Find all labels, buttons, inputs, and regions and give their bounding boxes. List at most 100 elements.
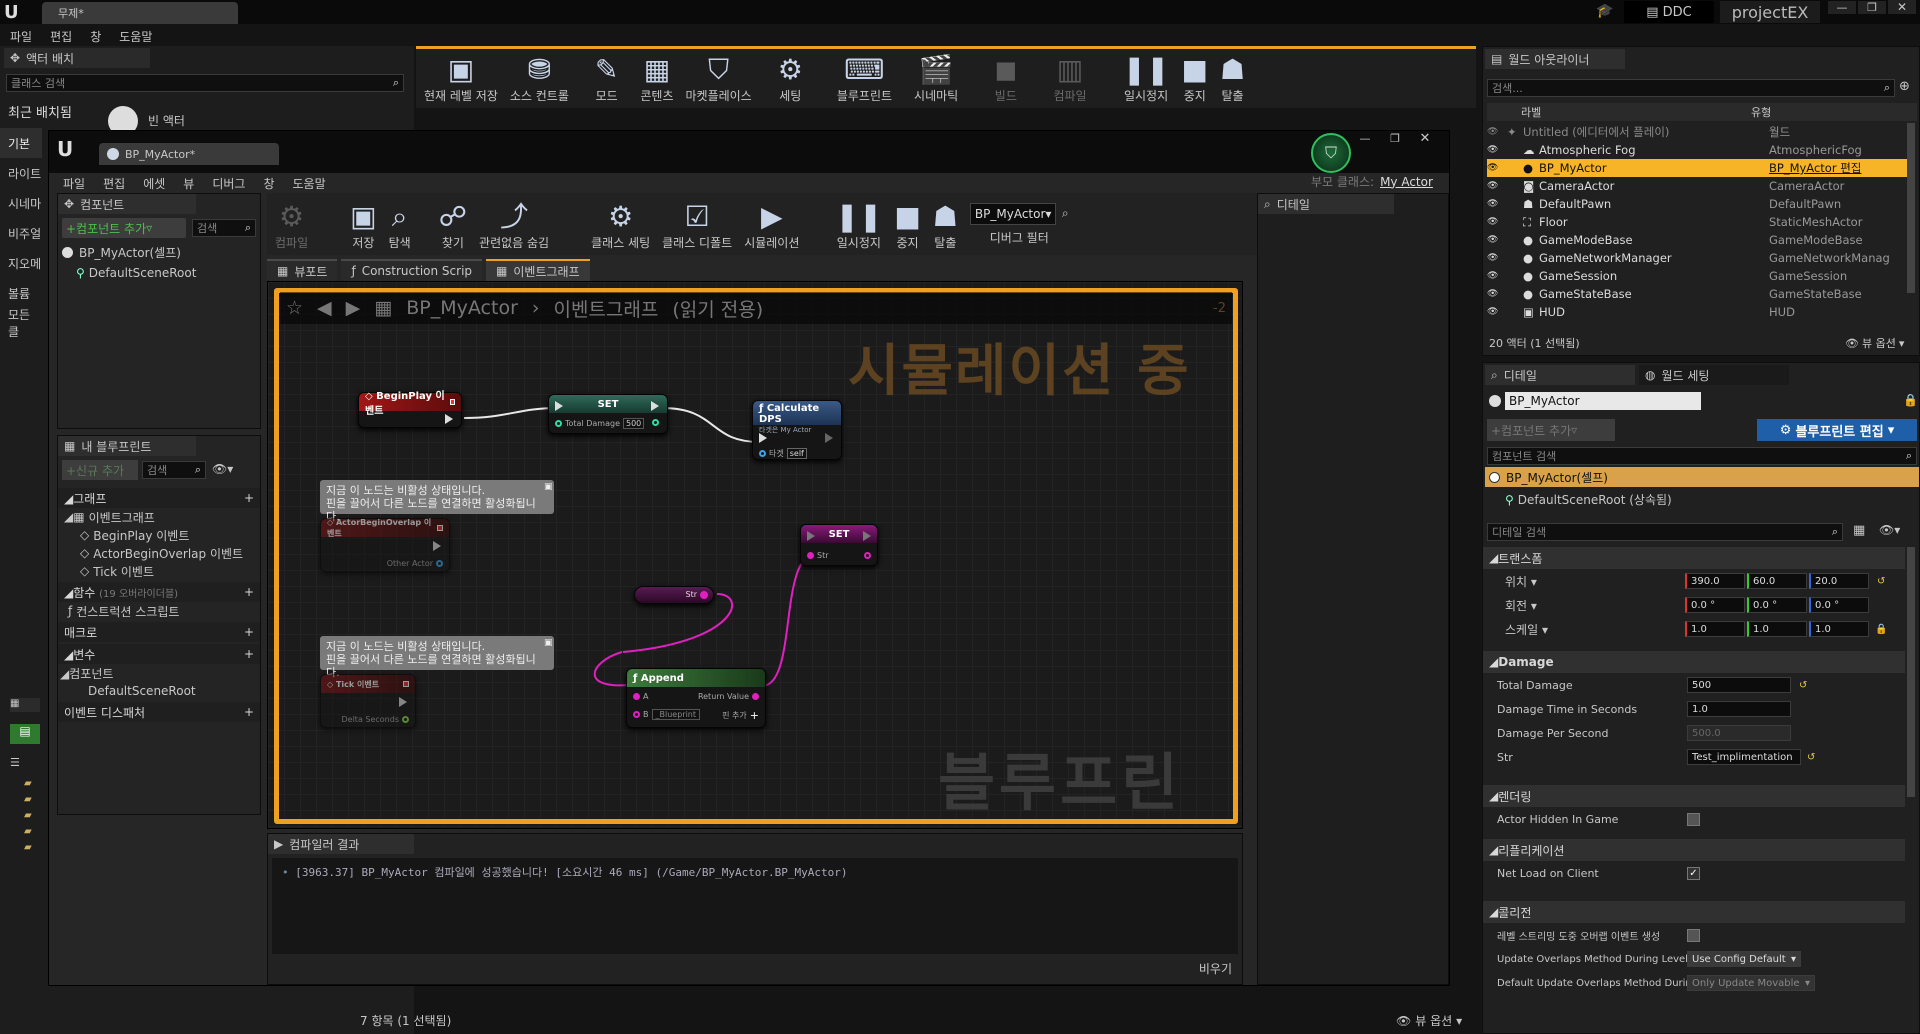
location-y-field[interactable]: 60.0 [1747, 573, 1807, 589]
target-input[interactable]: 타겟 self [759, 448, 807, 459]
collision-section[interactable]: ◢ 콜리전 [1483, 901, 1905, 923]
content-browser-tab-icon[interactable]: ▦ [10, 698, 40, 712]
string-pin[interactable] [633, 693, 640, 700]
actor-hidden-checkbox[interactable] [1687, 812, 1700, 826]
main-menu-window[interactable]: 창 [90, 28, 101, 45]
outliner-search-input[interactable]: 검색... ⌕ [1487, 79, 1895, 97]
visibility-eye-icon[interactable]: 👁 [1487, 199, 1505, 209]
category-visual[interactable]: 비주얼 [0, 218, 42, 248]
bp-find-button[interactable]: ☍ 찾기 [435, 193, 471, 255]
functions-section[interactable]: ◢함수 (19 오버라이더블) + [58, 582, 260, 602]
main-level-tab[interactable]: 무제* [42, 2, 238, 24]
bp-browse-button[interactable]: ⌕ 탐색 [385, 193, 415, 255]
add-variable-icon[interactable]: + [244, 647, 254, 661]
variables-section[interactable]: ◢변수 + [58, 644, 260, 664]
content-button[interactable]: ▦ 콘텐츠 [636, 49, 677, 108]
bp-hide-unrelated-button[interactable]: ⤴ 관련없음 숨김 [475, 193, 553, 255]
replication-section[interactable]: ◢ 리플리케이션 [1483, 839, 1905, 861]
string-output-pin[interactable] [752, 693, 759, 700]
details-default-scene-root[interactable]: ⚲ DefaultSceneRoot (상속됨) [1505, 491, 1672, 508]
folder-tree-icon[interactable]: ☰ [10, 756, 20, 769]
reset-to-default-icon[interactable]: ↺ [1799, 680, 1807, 691]
bp-menu-view[interactable]: 뷰 [183, 175, 194, 192]
class-search-input[interactable]: 클래스 검색 ⌕ [6, 74, 404, 92]
rendering-section[interactable]: ◢ 렌더링 [1483, 785, 1905, 807]
location-label[interactable]: 위치 ▾ [1505, 573, 1685, 590]
recent-placed-category[interactable]: 최근 배치됨 [8, 102, 72, 121]
output-delegate-pin[interactable] [449, 399, 455, 405]
bp-menu-file[interactable]: 파일 [63, 175, 85, 192]
visibility-eye-icon[interactable]: 👁 [1487, 145, 1505, 155]
bp-menu-help[interactable]: 도움말 [293, 175, 326, 192]
string-output-pin[interactable] [700, 590, 708, 599]
details-add-component-button[interactable]: +컴포넌트 추가 ▿ [1487, 419, 1615, 441]
exec-output-pin[interactable] [399, 697, 407, 707]
tab-viewport[interactable]: ▦ 뷰포트 [267, 259, 338, 281]
add-pin-button[interactable]: 핀 추가 + [722, 709, 759, 722]
outliner-row[interactable]: 👁 ● GameStateBase GameStateBase [1487, 285, 1913, 303]
add-graph-icon[interactable]: + [244, 491, 254, 505]
tab-event-graph[interactable]: ▦ 이벤트그래프 [486, 259, 590, 281]
visibility-eye-icon[interactable]: 👁 [1487, 307, 1505, 317]
add-component-button[interactable]: +컴포넌트 추가 ▿ [62, 218, 186, 238]
scale-x-field[interactable]: 1.0 [1685, 621, 1745, 637]
add-filter-icon[interactable]: ⊕ [1899, 79, 1910, 94]
compiler-results-tab[interactable]: ▶ 컴파일러 결과 [268, 834, 414, 854]
outliner-row[interactable]: 👁 ☗ DefaultPawn DefaultPawn [1487, 195, 1913, 213]
visibility-eye-icon[interactable]: 👁 [1487, 289, 1505, 299]
visibility-eye-icon[interactable]: 👁 [1487, 217, 1505, 227]
search-icon[interactable]: ⌕ [1062, 206, 1069, 221]
default-overlaps-select[interactable]: Only Update Movable ▾ [1687, 975, 1815, 991]
components-variable-group[interactable]: ◢컴포넌트 [58, 664, 260, 682]
component-default-scene-root[interactable]: ⚲ DefaultSceneRoot [76, 266, 196, 280]
bp-asset-tab[interactable]: BP_MyActor* [99, 143, 279, 165]
rotation-x-field[interactable]: 0.0 ° [1685, 597, 1745, 613]
content-browser-view-options[interactable]: 👁 뷰 옵션 ▾ [1396, 1012, 1462, 1029]
total-damage-input[interactable]: Total Damage 500 [555, 418, 645, 429]
bp-details-tab[interactable]: ⌕ 디테일 [1258, 194, 1394, 214]
marketplace-button[interactable]: ⛉ 마켓플레이스 [681, 49, 755, 108]
category-lights[interactable]: 라이트 [0, 158, 42, 188]
outliner-row-type[interactable]: BP_MyActor 편집 [1769, 160, 1889, 176]
outliner-row[interactable]: 👁 ● BP_MyActor BP_MyActor 편집 [1487, 159, 1913, 177]
label-column-header[interactable]: 라벨 [1521, 104, 1751, 120]
category-geometry[interactable]: 지오메 [0, 248, 42, 278]
exec-output-pin[interactable] [445, 414, 453, 424]
bp-class-defaults-button[interactable]: ☑ 클래스 디폴트 [658, 193, 736, 255]
rotation-z-field[interactable]: 0.0 ° [1809, 597, 1869, 613]
node-append[interactable]: ƒ Append A Return Value B _Blueprint 핀 추가… [626, 668, 766, 728]
damage-section[interactable]: ◢ Damage [1483, 651, 1905, 673]
scale-label[interactable]: 스케일 ▾ [1505, 621, 1685, 638]
bp-menu-window[interactable]: 창 [263, 175, 274, 192]
tab-construction-script[interactable]: ƒ Construction Scrip [341, 259, 483, 281]
delta-seconds-output[interactable]: Delta Seconds [342, 715, 409, 724]
category-cinematic[interactable]: 시네마 [0, 188, 42, 218]
visibility-eye-icon[interactable]: 👁 [1487, 127, 1505, 137]
bp-eject-button[interactable]: ☗ 탈출 [929, 193, 962, 255]
exec-input-pin[interactable] [759, 433, 767, 443]
str-field[interactable]: Test_implimentation [1687, 749, 1801, 765]
tick-event-item[interactable]: ◇ Tick 이벤트 [58, 562, 260, 580]
int-pin[interactable] [555, 420, 562, 427]
learn-icon[interactable]: 🎓 [1596, 3, 1613, 19]
node-tick[interactable]: ◇ Tick 이벤트 Delta Seconds [320, 674, 416, 728]
visibility-eye-icon[interactable]: 👁 [1487, 235, 1505, 245]
build-button[interactable]: ◼ 빌드 [990, 49, 1021, 108]
object-pin[interactable] [759, 450, 766, 457]
rotation-y-field[interactable]: 0.0 ° [1747, 597, 1807, 613]
exec-output-pin[interactable] [863, 531, 871, 541]
edit-blueprint-button[interactable]: ⚙ 블루프린트 편집 ▾ [1757, 419, 1917, 441]
bp-menu-asset[interactable]: 에셋 [143, 175, 165, 192]
rotation-label[interactable]: 회전 ▾ [1505, 597, 1685, 614]
node-set-str[interactable]: SET Str [800, 524, 878, 566]
bp-menu-edit[interactable]: 편집 [103, 175, 125, 192]
visibility-eye-icon[interactable]: 👁 [1487, 181, 1505, 191]
outliner-row[interactable]: 👁 ● GameModeBase GameModeBase [1487, 231, 1913, 249]
main-menu-edit[interactable]: 편집 [50, 28, 72, 45]
damage-time-field[interactable]: 1.0 [1687, 701, 1791, 717]
update-overlaps-select[interactable]: Use Config Default ▾ [1687, 951, 1801, 967]
outliner-row[interactable]: 👁 ⛶ Floor StaticMeshActor [1487, 213, 1913, 231]
grid-view-icon[interactable]: ▦ [1853, 523, 1865, 538]
main-menu-file[interactable]: 파일 [10, 28, 32, 45]
outliner-row[interactable]: 👁 ● GameSession GameSession [1487, 267, 1913, 285]
